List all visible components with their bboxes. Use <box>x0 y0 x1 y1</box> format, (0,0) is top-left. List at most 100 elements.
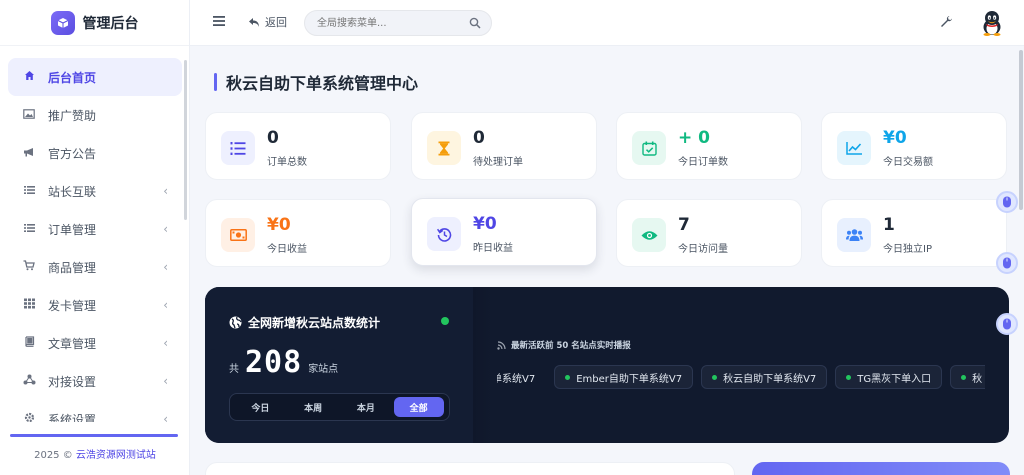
sidebar-scrollbar[interactable] <box>184 60 187 220</box>
footer-link[interactable]: 云浩资源网测试站 <box>76 450 156 461</box>
stat-card-0[interactable]: 0 订单总数 <box>205 112 391 180</box>
copyright-text: 2025 © <box>34 450 76 461</box>
online-dot <box>565 374 571 380</box>
chevron-left-icon: ‹ <box>163 374 168 388</box>
back-button[interactable]: 返回 <box>248 14 287 30</box>
topbar: 返回 <box>190 0 1024 46</box>
stat-label: 今日访问量 <box>678 244 728 255</box>
calendar-check-icon <box>632 131 666 165</box>
count-suffix: 家站点 <box>308 364 339 375</box>
stat-card-1[interactable]: 0 待处理订单 <box>411 112 597 180</box>
period-tab-3[interactable]: 全部 <box>393 397 444 417</box>
period-tab-1[interactable]: 本周 <box>288 397 338 417</box>
site-ticker: 下单系统V7 Ember自助下单系统V7 秋云自助下单系统V7 TG黑灰下单入口 秋 <box>497 365 985 391</box>
hourglass-icon <box>427 131 461 165</box>
count-prefix: 共 <box>229 364 239 375</box>
chevron-left-icon: ‹ <box>163 298 168 312</box>
float-mouse-button-2[interactable] <box>996 252 1018 274</box>
site-chip[interactable]: TG黑灰下单入口 <box>835 365 943 389</box>
sidebar-divider <box>10 434 178 437</box>
menu-toggle-icon[interactable] <box>212 14 226 28</box>
stat-card-5[interactable]: ¥0 昨日收益 <box>411 198 597 266</box>
sidebar-item-label: 对接设置 <box>48 374 97 389</box>
share-icon <box>22 374 36 388</box>
site-chip[interactable]: Ember自助下单系统V7 <box>554 365 694 389</box>
stat-label: 今日独立IP <box>883 244 932 255</box>
period-tab-0[interactable]: 今日 <box>235 397 285 417</box>
chevron-left-icon: ‹ <box>163 184 168 198</box>
page-title: 秋云自助下单系统管理中心 <box>214 72 418 93</box>
money-icon <box>221 218 255 252</box>
site-chip-text: Ember自助下单系统V7 <box>576 373 683 385</box>
sidebar-item-label: 文章管理 <box>48 336 97 351</box>
stat-label: 今日收益 <box>267 244 307 255</box>
period-tab-2[interactable]: 本月 <box>341 397 391 417</box>
reply-icon <box>249 17 259 27</box>
eye-icon <box>632 218 666 252</box>
brand[interactable]: 管理后台 <box>0 0 189 46</box>
count-value: 208 <box>245 345 303 380</box>
stat-card-2[interactable]: + 0 今日订单数 <box>616 112 802 180</box>
sidebar-item-1[interactable]: 推广赞助 <box>8 96 182 134</box>
stat-label: 订单总数 <box>267 157 307 168</box>
search-input[interactable] <box>305 11 455 35</box>
sidebar-item-5[interactable]: 商品管理 ‹ <box>8 248 182 286</box>
stat-card-7[interactable]: 1 今日独立IP <box>821 199 1007 267</box>
sidebar-item-9[interactable]: 系统设置 ‹ <box>8 400 182 422</box>
sidebar-item-3[interactable]: 站长互联 ‹ <box>8 172 182 210</box>
site-chip[interactable]: 秋 <box>950 365 985 389</box>
gear-icon <box>22 412 36 422</box>
float-mouse-button-1[interactable] <box>996 191 1018 213</box>
stat-value: 1 <box>883 215 895 235</box>
avatar[interactable] <box>980 10 1004 36</box>
chart-line-icon <box>837 131 871 165</box>
users-icon <box>837 218 871 252</box>
banner-separator <box>473 287 493 443</box>
back-label: 返回 <box>265 16 287 29</box>
mouse-icon <box>1003 196 1011 208</box>
live-feed-title-text: 最新活跃前 50 名站点实时播报 <box>511 341 631 351</box>
site-chip-text: 下单系统V7 <box>497 373 536 385</box>
mouse-icon <box>1003 318 1011 330</box>
stat-card-4[interactable]: ¥0 今日收益 <box>205 199 391 267</box>
sidebar-item-6[interactable]: 发卡管理 ‹ <box>8 286 182 324</box>
sidebar-item-0[interactable]: 后台首页 <box>8 58 182 96</box>
stat-card-6[interactable]: 7 今日访问量 <box>616 199 802 267</box>
period-tabs: 今日 本周 本月 全部 <box>229 393 450 421</box>
sidebar-item-label: 官方公告 <box>48 146 97 161</box>
sidebar-item-label: 订单管理 <box>48 222 97 237</box>
site-chip-text: 秋云自助下单系统V7 <box>723 373 817 385</box>
banner-title: 全网新增秋云站点数统计 <box>229 314 380 331</box>
sidebar-item-8[interactable]: 对接设置 ‹ <box>8 362 182 400</box>
stat-value: ¥0 <box>267 215 291 235</box>
history-icon <box>427 217 461 251</box>
sidebar-item-7[interactable]: 文章管理 ‹ <box>8 324 182 362</box>
site-chip-text: 秋 <box>972 373 983 385</box>
site-chip[interactable]: 秋云自助下单系统V7 <box>701 365 828 389</box>
page-scrollbar[interactable] <box>1019 50 1023 210</box>
sidebar-item-2[interactable]: 官方公告 <box>8 134 182 172</box>
list-icon <box>22 223 36 236</box>
sidebar-footer: 2025 © 云浩资源网测试站 <box>0 446 190 461</box>
mouse-icon <box>1003 257 1011 269</box>
image-icon <box>22 108 36 122</box>
search-icon[interactable] <box>469 17 481 29</box>
search-box <box>304 10 492 36</box>
stat-card-3[interactable]: ¥0 今日交易额 <box>821 112 1007 180</box>
sidebar: 管理后台 后台首页 推广赞助 官方公告 站长互联 ‹ 订单管理 ‹ 商品管理 ‹ 发卡管理 ‹ 文章管… <box>0 0 190 475</box>
stat-value: 0 <box>267 128 279 148</box>
stat-value: + 0 <box>678 128 710 148</box>
float-mouse-button-3[interactable] <box>996 313 1018 335</box>
cart-icon <box>22 260 36 274</box>
sidebar-item-4[interactable]: 订单管理 ‹ <box>8 210 182 248</box>
cube-icon <box>50 10 75 35</box>
site-chip[interactable]: 下单系统V7 <box>497 365 546 389</box>
stat-value: 7 <box>678 215 690 235</box>
sidebar-item-label: 站长互联 <box>48 184 97 199</box>
wrench-icon[interactable] <box>940 15 953 32</box>
sidebar-item-label: 推广赞助 <box>48 108 97 123</box>
brand-title: 管理后台 <box>82 15 139 32</box>
stat-value: ¥0 <box>883 128 907 148</box>
sidebar-item-label: 发卡管理 <box>48 298 97 313</box>
banner-title-text: 全网新增秋云站点数统计 <box>248 316 381 330</box>
